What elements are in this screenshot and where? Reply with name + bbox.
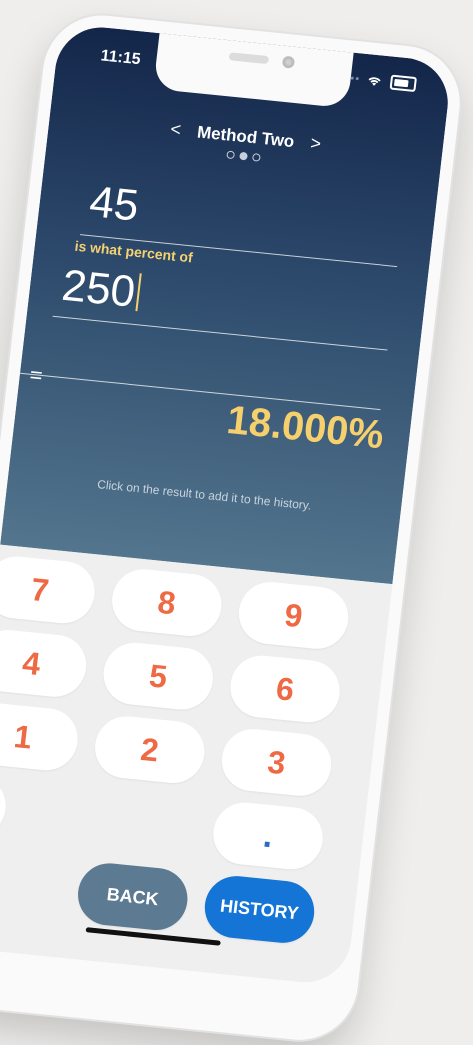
key-1[interactable]: 1 [0,700,82,774]
text-cursor [135,273,143,312]
second-value-field[interactable]: 250 [59,260,143,318]
chevron-left-icon[interactable]: < [158,118,194,141]
display-panel: 11:15 < Method Two > 45 is what percent … [0,23,453,585]
speaker-icon [228,52,270,65]
phone-frame: 11:15 < Method Two > 45 is what percent … [0,10,467,1045]
app-screen: 11:15 < Method Two > 45 is what percent … [0,23,453,987]
page-title: Method Two [196,122,296,152]
page-dot [226,150,236,160]
history-button[interactable]: HISTORY [201,873,318,946]
stage: 11:15 < Method Two > 45 is what percent … [0,0,473,1045]
page-dot [251,153,261,162]
first-value-field[interactable]: 45 [87,177,141,232]
key-decimal[interactable]: . [209,799,327,873]
back-button[interactable]: BACK [74,860,191,933]
second-value-underline [52,315,388,351]
key-8[interactable]: 8 [108,566,225,639]
key-4[interactable]: 4 [0,627,90,700]
key-9[interactable]: 9 [235,579,352,652]
key-0[interactable]: 0 [0,767,10,841]
clear-button[interactable]: R [0,841,1,914]
result-divider [19,372,381,411]
status-time: 11:15 [99,47,142,69]
camera-icon [281,55,296,69]
page-dot-active [239,151,248,161]
battery-icon [389,74,417,93]
key-7[interactable]: 7 [0,553,99,627]
key-2[interactable]: 2 [91,713,208,786]
keypad: 7 8 9 4 5 6 1 2 3 0 . R BACK HISTORY [0,544,393,987]
chevron-right-icon[interactable]: > [298,132,334,155]
wifi-icon [368,76,381,86]
relation-label: is what percent of [73,237,194,266]
status-icons [340,70,417,93]
key-5[interactable]: 5 [100,639,217,713]
result-hint: Click on the result to add it to the his… [96,477,313,513]
second-value-text: 250 [59,260,138,317]
key-6[interactable]: 6 [227,652,344,726]
key-3[interactable]: 3 [218,726,335,799]
